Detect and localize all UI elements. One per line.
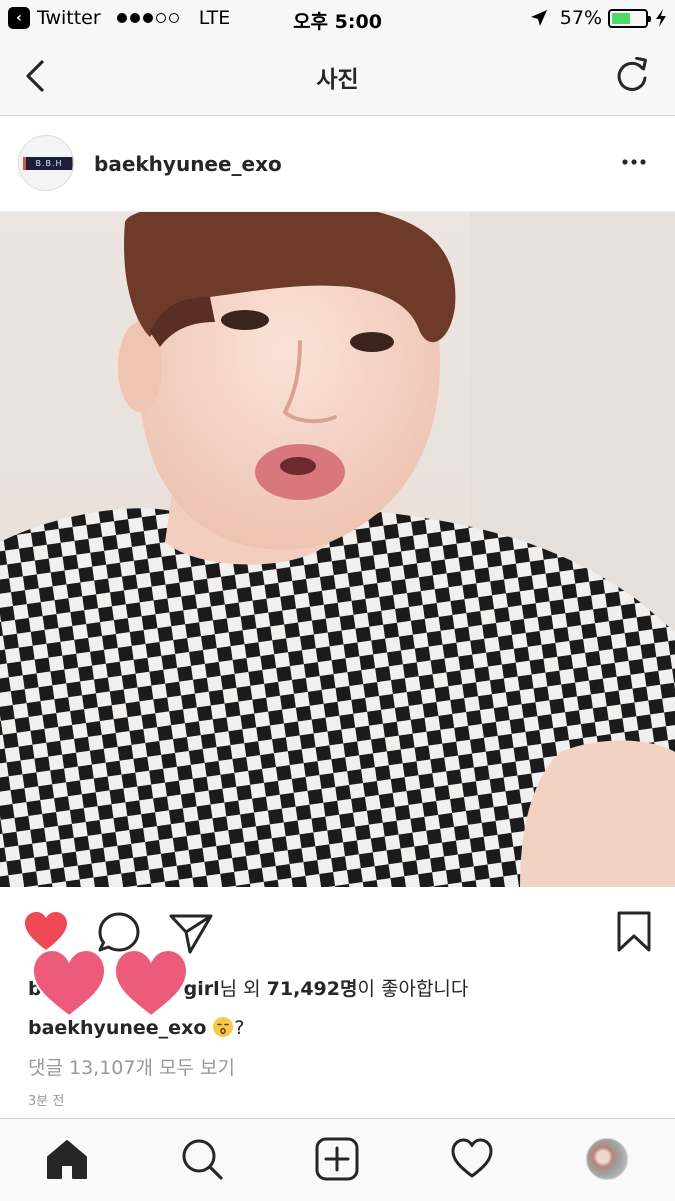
network-type: LTE [198, 7, 231, 29]
likes-text-1: 님 외 [219, 978, 267, 1000]
battery-level-fill [612, 12, 631, 24]
profile-avatar-tab[interactable] [586, 1138, 628, 1180]
post-author-avatar[interactable]: B.B.H [18, 135, 74, 191]
location-arrow-icon [530, 10, 547, 26]
post-author-username[interactable]: baekhyunee_exo [94, 152, 282, 176]
heart-outline-icon[interactable] [450, 1137, 494, 1181]
status-left: ‹ Twitter LTE [8, 7, 230, 29]
avatar-logo: B.B.H [23, 157, 73, 170]
more-icon[interactable] [621, 155, 647, 169]
back-to-app-icon[interactable]: ‹ [8, 7, 30, 29]
post-caption: baekhyunee_exo ? [28, 1016, 244, 1039]
post-timestamp: 3분 전 [28, 1094, 65, 1109]
bottom-tab-bar [0, 1118, 675, 1201]
bookmark-icon[interactable] [613, 910, 659, 956]
likes-count[interactable]: 71,492명 [267, 978, 358, 1000]
heart-sticker-icon [31, 948, 107, 1018]
home-icon[interactable] [45, 1137, 89, 1181]
kissing-face-emoji-icon [213, 1017, 234, 1037]
battery-icon [608, 8, 651, 28]
back-icon[interactable] [20, 56, 52, 96]
refresh-icon[interactable] [613, 57, 651, 95]
search-icon[interactable] [180, 1137, 224, 1181]
caption-text: ? [234, 1017, 245, 1039]
battery-percent: 57% [559, 7, 602, 29]
signal-strength-icon [116, 13, 182, 23]
caption-username[interactable]: baekhyunee_exo [28, 1017, 206, 1039]
nav-bar: 사진 [0, 38, 675, 116]
charging-bolt-icon [656, 9, 666, 27]
page-title: 사진 [316, 67, 359, 93]
likes-text-2: 이 좋아합니다 [357, 978, 469, 1000]
post-photo[interactable] [0, 212, 675, 887]
heart-sticker-icon [113, 948, 189, 1018]
view-all-comments-link[interactable]: 댓글 13,107개 모두 보기 [28, 1053, 235, 1080]
status-right: 57% [530, 7, 667, 29]
selfie-photo-illustration [0, 212, 675, 887]
back-to-app-label[interactable]: Twitter [37, 7, 101, 29]
post-header: B.B.H baekhyunee_exo [0, 116, 675, 212]
add-post-icon[interactable] [315, 1137, 359, 1181]
status-bar: ‹ Twitter LTE 오후 5:00 57% [0, 0, 675, 38]
